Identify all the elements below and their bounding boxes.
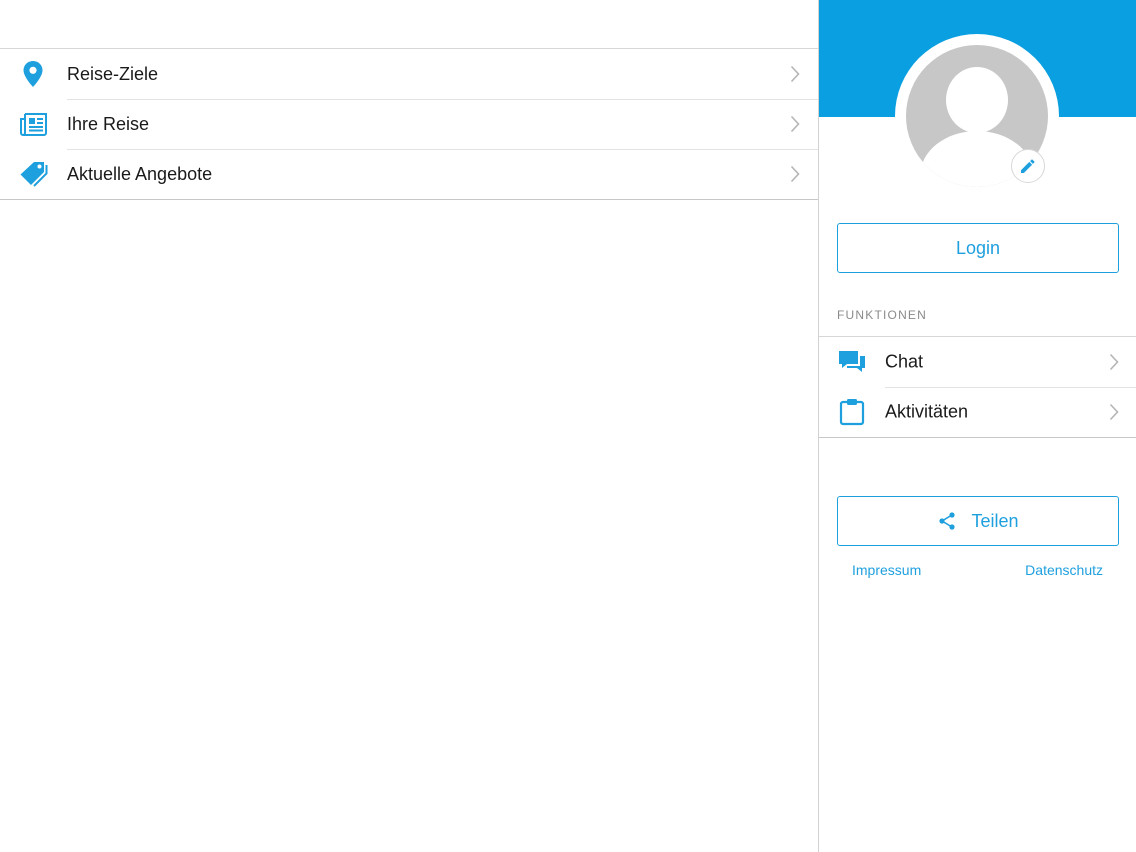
menu-item-chat[interactable]: Chat xyxy=(819,337,1136,387)
edit-avatar-button[interactable] xyxy=(1011,149,1045,183)
tags-icon xyxy=(18,159,48,189)
datenschutz-link[interactable]: Datenschutz xyxy=(1025,562,1103,578)
newspaper-icon xyxy=(18,109,48,139)
chevron-right-icon xyxy=(1109,403,1119,421)
impressum-link[interactable]: Impressum xyxy=(852,562,921,578)
pencil-icon xyxy=(1021,159,1035,173)
menu-item-label: Aktivitäten xyxy=(885,401,969,422)
chevron-right-icon xyxy=(1109,353,1119,371)
chevron-right-icon xyxy=(790,115,800,133)
menu-item-reise-ziele[interactable]: Reise-Ziele xyxy=(0,49,818,99)
menu-item-label: Reise-Ziele xyxy=(67,63,159,84)
chat-bubbles-icon xyxy=(837,347,867,377)
menu-item-label: Aktuelle Angebote xyxy=(67,163,213,184)
share-icon xyxy=(939,512,956,530)
functions-menu: Chat Aktivitäten xyxy=(819,336,1136,438)
section-title-funktionen: FUNKTIONEN xyxy=(837,308,927,322)
login-button[interactable]: Login xyxy=(837,223,1119,273)
login-button-label: Login xyxy=(955,237,1001,258)
menu-item-ihre-reise[interactable]: Ihre Reise xyxy=(0,99,818,149)
main-content: Reise-Ziele Ihre Reise Aktuelle Angebote xyxy=(0,0,818,852)
menu-item-aktuelle-angebote[interactable]: Aktuelle Angebote xyxy=(0,149,818,199)
location-pin-icon xyxy=(18,59,48,89)
menu-item-label: Chat xyxy=(885,351,924,372)
chevron-right-icon xyxy=(790,65,800,83)
chevron-right-icon xyxy=(790,165,800,183)
side-drawer: Login FUNKTIONEN Chat Aktivitäten Teilen… xyxy=(818,0,1136,852)
share-button[interactable]: Teilen xyxy=(837,496,1119,546)
menu-item-aktivitaeten[interactable]: Aktivitäten xyxy=(819,387,1136,437)
clipboard-icon xyxy=(837,397,867,427)
share-button-label: Teilen xyxy=(971,510,1019,531)
menu-item-label: Ihre Reise xyxy=(67,113,150,134)
main-menu: Reise-Ziele Ihre Reise Aktuelle Angebote xyxy=(0,48,818,200)
